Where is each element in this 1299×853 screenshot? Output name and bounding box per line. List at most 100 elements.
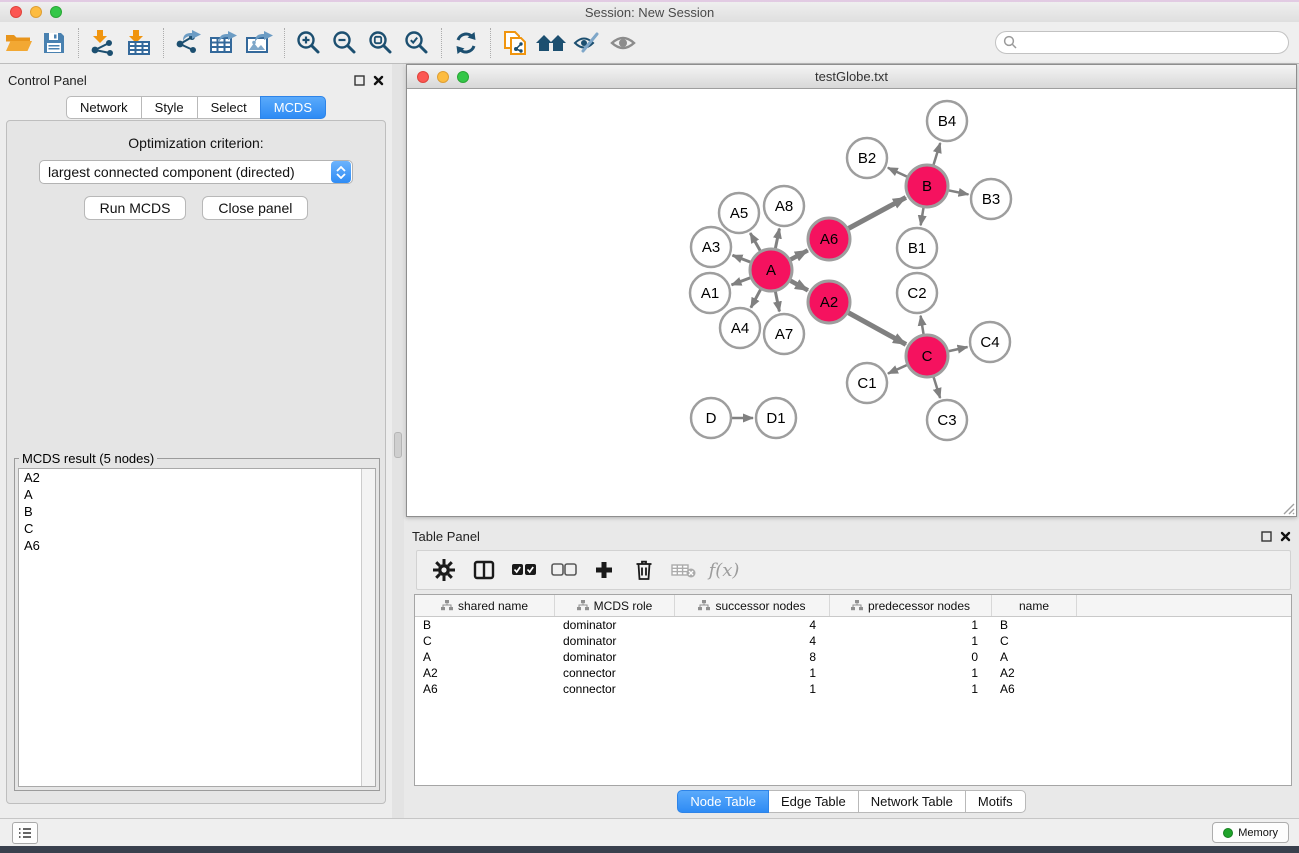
tab-network[interactable]: Network	[66, 96, 142, 119]
copy-documents-icon[interactable]	[497, 26, 533, 60]
tab-edge-table[interactable]: Edge Table	[768, 790, 859, 813]
table-row[interactable]: Cdominator41C	[415, 633, 1291, 649]
graph-node-A3[interactable]: A3	[691, 227, 731, 267]
graph-node-D1[interactable]: D1	[756, 398, 796, 438]
export-network-icon[interactable]	[170, 26, 206, 60]
zoom-selected-icon[interactable]	[399, 26, 435, 60]
cell-MCDS-role[interactable]: dominator	[555, 618, 675, 632]
result-scrollbar[interactable]	[361, 469, 375, 786]
graph-node-C1[interactable]: C1	[847, 363, 887, 403]
graph-node-A7[interactable]: A7	[764, 314, 804, 354]
hide-graphics-details-icon[interactable]	[569, 26, 605, 60]
column-header-MCDS-role[interactable]: MCDS role	[555, 595, 675, 616]
cell-name[interactable]: A2	[992, 666, 1077, 680]
save-session-icon[interactable]	[36, 26, 72, 60]
import-network-icon[interactable]	[85, 26, 121, 60]
table-settings-icon[interactable]	[427, 554, 461, 586]
cell-predecessor-nodes[interactable]: 0	[830, 650, 992, 664]
cell-MCDS-role[interactable]: connector	[555, 666, 675, 680]
tab-network-table[interactable]: Network Table	[858, 790, 966, 813]
refresh-icon[interactable]	[448, 26, 484, 60]
delete-column-icon[interactable]	[627, 554, 661, 586]
graph-node-B3[interactable]: B3	[971, 179, 1011, 219]
graph-node-B[interactable]: B	[906, 165, 948, 207]
table-row[interactable]: A6connector11A6	[415, 681, 1291, 697]
column-header-shared-name[interactable]: shared name	[415, 595, 555, 616]
cell-successor-nodes[interactable]: 4	[675, 618, 830, 632]
column-header-successor-nodes[interactable]: successor nodes	[675, 595, 830, 616]
export-image-icon[interactable]	[242, 26, 278, 60]
show-all-networks-icon[interactable]	[533, 26, 569, 60]
cell-predecessor-nodes[interactable]: 1	[830, 682, 992, 696]
split-columns-icon[interactable]	[467, 554, 501, 586]
deselect-all-columns-icon[interactable]	[547, 554, 581, 586]
zoom-out-icon[interactable]	[327, 26, 363, 60]
tab-select[interactable]: Select	[197, 96, 261, 119]
cell-predecessor-nodes[interactable]: 1	[830, 634, 992, 648]
criterion-dropdown[interactable]: largest connected component (directed)	[39, 160, 353, 184]
graph-node-C4[interactable]: C4	[970, 322, 1010, 362]
network-canvas[interactable]: AA1A2A3A4A5A6A7A8BB1B2B3B4CC1C2C3C4DD1	[407, 89, 1296, 516]
mcds-result-list[interactable]: A2ABCA6	[18, 468, 376, 787]
cell-MCDS-role[interactable]: connector	[555, 682, 675, 696]
cell-shared-name[interactable]: A	[415, 650, 555, 664]
close-panel-icon[interactable]	[373, 75, 384, 86]
splitter-grip[interactable]	[394, 432, 402, 458]
graph-node-C2[interactable]: C2	[897, 273, 937, 313]
graph-node-B1[interactable]: B1	[897, 228, 937, 268]
cell-name[interactable]: A6	[992, 682, 1077, 696]
cell-shared-name[interactable]: B	[415, 618, 555, 632]
graph-node-D[interactable]: D	[691, 398, 731, 438]
mcds-result-item[interactable]: A	[19, 486, 375, 503]
select-all-columns-icon[interactable]	[507, 554, 541, 586]
node-table[interactable]: shared nameMCDS rolesuccessor nodesprede…	[414, 594, 1292, 786]
graph-node-A[interactable]: A	[750, 249, 792, 291]
cell-shared-name[interactable]: C	[415, 634, 555, 648]
column-header-name[interactable]: name	[992, 595, 1077, 616]
cell-predecessor-nodes[interactable]: 1	[830, 666, 992, 680]
delete-table-icon[interactable]	[667, 554, 701, 586]
tab-mcds[interactable]: MCDS	[260, 96, 326, 119]
cell-shared-name[interactable]: A6	[415, 682, 555, 696]
cell-name[interactable]: B	[992, 618, 1077, 632]
graph-node-B4[interactable]: B4	[927, 101, 967, 141]
graph-node-A5[interactable]: A5	[719, 193, 759, 233]
mcds-result-item[interactable]: A6	[19, 537, 375, 554]
panel-splitter[interactable]	[392, 64, 404, 818]
graph-node-A2[interactable]: A2	[808, 281, 850, 323]
mcds-result-item[interactable]: C	[19, 520, 375, 537]
table-row[interactable]: Bdominator41B	[415, 617, 1291, 633]
graph-node-A6[interactable]: A6	[808, 218, 850, 260]
cell-predecessor-nodes[interactable]: 1	[830, 618, 992, 632]
cell-name[interactable]: C	[992, 634, 1077, 648]
mcds-result-item[interactable]: B	[19, 503, 375, 520]
graph-node-B2[interactable]: B2	[847, 138, 887, 178]
table-row[interactable]: Adominator80A	[415, 649, 1291, 665]
run-mcds-button[interactable]: Run MCDS	[84, 196, 187, 220]
add-column-icon[interactable]	[587, 554, 621, 586]
cell-shared-name[interactable]: A2	[415, 666, 555, 680]
cell-successor-nodes[interactable]: 1	[675, 666, 830, 680]
cell-MCDS-role[interactable]: dominator	[555, 650, 675, 664]
float-panel-icon[interactable]	[354, 75, 365, 86]
cell-successor-nodes[interactable]: 1	[675, 682, 830, 696]
zoom-in-icon[interactable]	[291, 26, 327, 60]
tab-motifs[interactable]: Motifs	[965, 790, 1026, 813]
cell-successor-nodes[interactable]: 8	[675, 650, 830, 664]
graph-node-A1[interactable]: A1	[690, 273, 730, 313]
close-table-panel-icon[interactable]	[1280, 531, 1291, 542]
mcds-result-item[interactable]: A2	[19, 469, 375, 486]
graph-node-A8[interactable]: A8	[764, 186, 804, 226]
graph-node-C3[interactable]: C3	[927, 400, 967, 440]
search-input[interactable]	[995, 31, 1289, 54]
column-header-predecessor-nodes[interactable]: predecessor nodes	[830, 595, 992, 616]
export-table-icon[interactable]	[206, 26, 242, 60]
close-panel-button[interactable]: Close panel	[202, 196, 308, 220]
table-row[interactable]: A2connector11A2	[415, 665, 1291, 681]
cell-name[interactable]: A	[992, 650, 1077, 664]
zoom-fit-icon[interactable]	[363, 26, 399, 60]
task-history-button[interactable]	[12, 822, 38, 844]
show-graphics-details-icon[interactable]	[605, 26, 641, 60]
cell-MCDS-role[interactable]: dominator	[555, 634, 675, 648]
window-resize-handle[interactable]	[1281, 501, 1295, 515]
